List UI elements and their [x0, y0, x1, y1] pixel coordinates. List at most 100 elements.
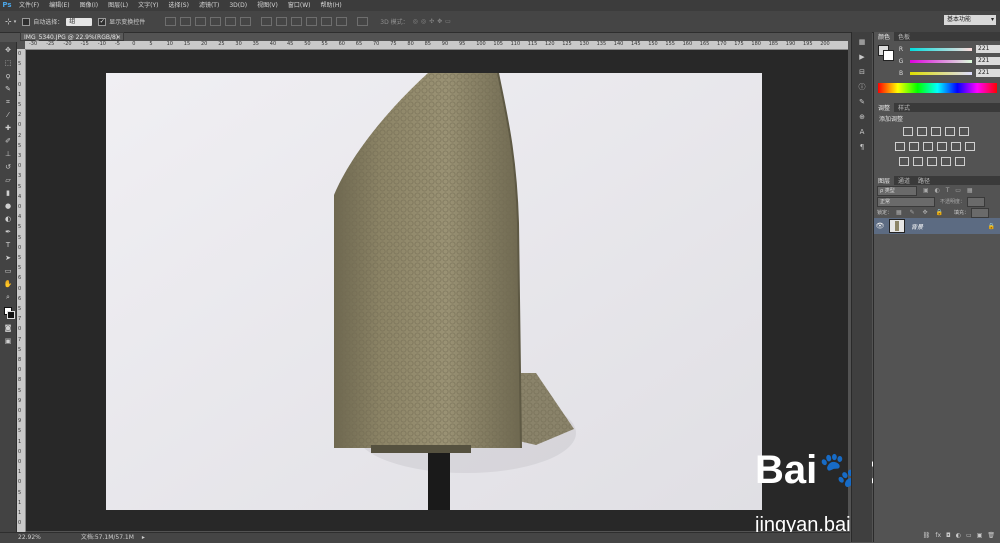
zoom-tool-icon[interactable]: ⌕ [3, 293, 13, 302]
invert-icon[interactable] [899, 157, 909, 166]
shape-tool-icon[interactable]: ▭ [3, 267, 13, 276]
tab-styles[interactable]: 样式 [894, 103, 914, 112]
vibrance-icon[interactable] [958, 127, 969, 136]
align-bottom-icon[interactable] [195, 17, 207, 26]
menu-file[interactable]: 文件(F) [14, 0, 44, 11]
hand-tool-icon[interactable]: ✋ [3, 280, 13, 289]
trash-icon[interactable]: 🗑 [987, 532, 995, 540]
layer-name[interactable]: 背景 [911, 222, 923, 231]
menu-window[interactable]: 窗口(W) [283, 0, 316, 11]
fill-field[interactable] [970, 207, 989, 218]
channel-g-value[interactable]: 221 [976, 57, 1000, 65]
brush-presets-icon[interactable]: ✎ [857, 98, 867, 107]
history-brush-tool-icon[interactable]: ↺ [3, 163, 13, 172]
selective-color-icon[interactable] [940, 157, 951, 166]
black-white-icon[interactable] [922, 142, 933, 151]
screen-mode-icon[interactable]: ▣ [3, 337, 13, 346]
distribute-top-icon[interactable] [261, 17, 273, 26]
align-right-icon[interactable] [240, 17, 252, 26]
quick-select-tool-icon[interactable]: ✎ [3, 85, 13, 94]
exposure-icon[interactable] [944, 127, 955, 136]
layer-kind-filter[interactable]: ρ 类型 [877, 185, 917, 196]
eraser-tool-icon[interactable]: ▱ [3, 176, 13, 185]
tab-channels[interactable]: 通道 [894, 176, 914, 185]
menu-image[interactable]: 图像(I) [75, 0, 103, 11]
color-balance-icon[interactable] [908, 142, 919, 151]
menu-3d[interactable]: 3D(D) [224, 0, 252, 11]
brush-tool-icon[interactable]: ✐ [3, 137, 13, 146]
new-adjustment-icon[interactable]: ◐ [956, 532, 961, 540]
filter-icons[interactable]: ▣ ◐ T ▭ ▦ [923, 187, 975, 194]
auto-select-checkbox[interactable] [22, 17, 31, 26]
3d-roll-icon[interactable]: ◎ [421, 18, 426, 25]
lock-icons[interactable]: ▦ ✎ ✥ 🔒 [896, 209, 946, 216]
info-icon[interactable]: ⓘ [857, 83, 867, 92]
color-lookup-icon[interactable] [964, 142, 975, 151]
clone-stamp-tool-icon[interactable]: ⊥ [3, 150, 13, 159]
align-hcenter-icon[interactable] [225, 17, 237, 26]
fx-icon[interactable]: fx [935, 532, 941, 540]
3d-slide-icon[interactable]: ✥ [437, 18, 442, 25]
channel-r-value[interactable]: 221 [976, 45, 1000, 53]
channel-b-value[interactable]: 221 [976, 69, 1000, 77]
3d-rotate-icon[interactable]: ◎ [413, 18, 418, 25]
slider-track-g[interactable] [910, 59, 972, 63]
slider-r[interactable]: R 221 [896, 43, 1000, 55]
character-icon[interactable]: A [857, 128, 867, 137]
menu-type[interactable]: 文字(Y) [133, 0, 163, 11]
new-layer-icon[interactable]: ▣ [977, 532, 983, 540]
link-layers-icon[interactable]: ⛓ [923, 532, 931, 540]
hue-sat-icon[interactable] [895, 142, 905, 151]
3d-drag-icon[interactable]: ✣ [429, 18, 434, 25]
blend-mode-select[interactable]: 正常 [877, 196, 935, 207]
auto-align-icon[interactable] [357, 17, 369, 26]
marquee-tool-icon[interactable]: ⬚ [3, 59, 13, 68]
align-left-icon[interactable] [210, 17, 222, 26]
gradient-map-icon[interactable] [954, 157, 965, 166]
menu-view[interactable]: 视图(V) [252, 0, 283, 11]
tab-swatches[interactable]: 色板 [894, 32, 914, 41]
menu-select[interactable]: 选择(S) [163, 0, 194, 11]
quick-mask-icon[interactable]: ◙ [3, 324, 13, 333]
play-icon[interactable]: ▶ [857, 53, 867, 62]
background-swatch[interactable] [883, 50, 894, 61]
align-top-icon[interactable] [165, 17, 177, 26]
curves-icon[interactable] [930, 127, 941, 136]
color-spectrum[interactable] [878, 83, 997, 93]
distribute-bottom-icon[interactable] [291, 17, 303, 26]
menu-help[interactable]: 帮助(H) [316, 0, 347, 11]
slider-track-b[interactable] [910, 71, 972, 75]
tab-paths[interactable]: 路径 [914, 176, 934, 185]
healing-brush-tool-icon[interactable]: ✚ [3, 124, 13, 133]
move-tool-icon[interactable]: ⊹ [5, 17, 12, 26]
chevron-down-icon[interactable]: ▾ [14, 19, 17, 25]
tab-layers[interactable]: 图层 [874, 176, 895, 185]
color-swatches-icon[interactable] [3, 306, 15, 320]
new-group-icon[interactable]: ▭ [966, 532, 972, 540]
tab-adjustments[interactable]: 调整 [874, 103, 895, 112]
distribute-left-icon[interactable] [306, 17, 318, 26]
document-image[interactable] [106, 73, 762, 510]
pen-tool-icon[interactable]: ✒ [3, 228, 13, 237]
crop-tool-icon[interactable]: ⌗ [3, 98, 13, 107]
distribute-right-icon[interactable] [336, 17, 348, 26]
menu-layer[interactable]: 图层(L) [103, 0, 133, 11]
properties-icon[interactable]: ⊟ [857, 68, 867, 77]
eye-icon[interactable]: 👁 [874, 222, 886, 230]
align-vcenter-icon[interactable] [180, 17, 192, 26]
menu-edit[interactable]: 编辑(E) [44, 0, 74, 11]
paragraph-icon[interactable]: ¶ [857, 143, 867, 152]
posterize-icon[interactable] [912, 157, 923, 166]
channel-mixer-icon[interactable] [950, 142, 961, 151]
slider-g[interactable]: G 221 [896, 55, 1000, 67]
blur-tool-icon[interactable]: ● [3, 202, 13, 211]
show-transform-checkbox[interactable]: ✓ [98, 17, 107, 26]
brightness-icon[interactable] [903, 127, 913, 136]
document-tab[interactable]: IMG_5340.JPG @ 22.9%(RGB/8) × [20, 32, 124, 41]
opacity-field[interactable] [967, 196, 986, 207]
layer-row[interactable]: 👁 背景 🔒 [874, 218, 1000, 234]
distribute-hcenter-icon[interactable] [321, 17, 333, 26]
path-select-tool-icon[interactable]: ➤ [3, 254, 13, 263]
lasso-tool-icon[interactable]: ϙ [3, 72, 13, 81]
tab-color[interactable]: 颜色 [874, 32, 895, 41]
